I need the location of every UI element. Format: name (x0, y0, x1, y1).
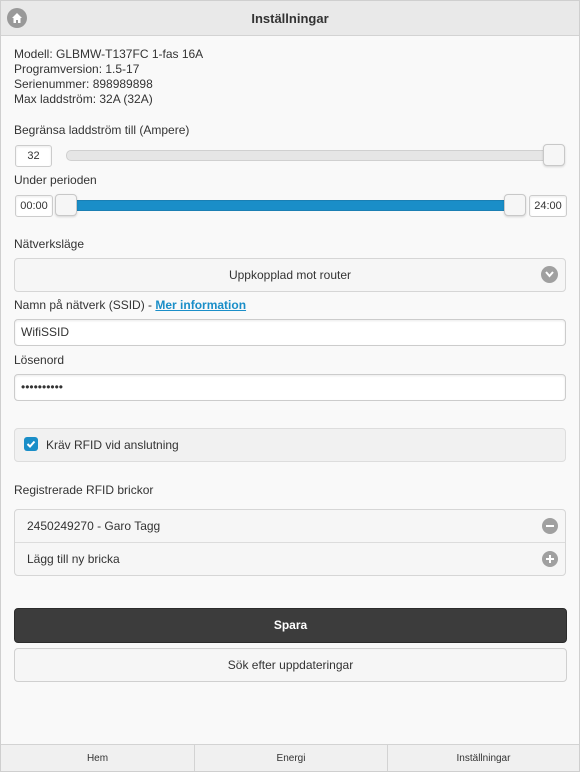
tab-home[interactable]: Hem (1, 745, 195, 771)
password-input[interactable] (21, 375, 551, 398)
ssid-label: Namn på nätverk (SSID) - Mer information (14, 298, 246, 312)
model-text: Modell: GLBMW-T137FC 1-fas 16A (14, 47, 204, 61)
password-label: Lösenord (14, 353, 65, 367)
ssid-label-text: Namn på nätverk (SSID) - (14, 298, 156, 312)
rfid-required-checkbox[interactable] (24, 437, 38, 451)
current-limit-input[interactable]: 32 (15, 145, 52, 167)
rfid-required-label: Kräv RFID vid anslutning (46, 438, 179, 452)
minus-circle-icon[interactable] (542, 518, 558, 534)
network-mode-value: Uppkopplad mot router (228, 268, 352, 282)
period-end-input[interactable]: 24:00 (529, 195, 567, 217)
current-limit-label: Begränsa laddström till (Ampere) (14, 123, 190, 137)
add-rfid-tag-item[interactable]: Lägg till ny bricka (15, 543, 565, 575)
tab-settings[interactable]: Inställningar (388, 745, 579, 771)
app-frame: Inställningar Modell: GLBMW-T137FC 1-fas… (0, 0, 580, 772)
program-version-text: Programversion: 1.5-17 (14, 62, 140, 76)
footer-tabbar: Hem Energi Inställningar (1, 744, 579, 771)
period-label: Under perioden (14, 173, 97, 187)
check-updates-button[interactable]: Sök efter uppdateringar (14, 648, 567, 682)
serial-number-text: Serienummer: 898989898 (14, 77, 153, 91)
rfid-tag-text: 2450249270 - Garo Tagg (27, 519, 161, 533)
max-current-text: Max laddström: 32A (32A) (14, 92, 153, 106)
ssid-field[interactable] (14, 319, 566, 346)
list-item[interactable]: 2450249270 - Garo Tagg (15, 510, 565, 542)
network-mode-select[interactable]: Uppkopplad mot router (14, 258, 566, 292)
period-end-handle[interactable] (504, 194, 526, 216)
period-start-handle[interactable] (55, 194, 77, 216)
password-field[interactable] (14, 374, 566, 401)
plus-circle-icon[interactable] (542, 551, 558, 567)
rfid-tags-label: Registrerade RFID brickor (14, 483, 154, 497)
page-title: Inställningar (251, 11, 329, 26)
chevron-down-icon (541, 266, 558, 283)
current-limit-slider-handle[interactable] (543, 144, 565, 166)
device-info: Modell: GLBMW-T137FC 1-fas 16A Programve… (14, 47, 203, 107)
tab-energy[interactable]: Energi (195, 745, 388, 771)
more-info-link[interactable]: Mer information (155, 298, 246, 312)
ssid-input[interactable] (21, 320, 551, 343)
rfid-required-toggle[interactable]: Kräv RFID vid anslutning (14, 428, 566, 462)
period-range-fill (71, 200, 513, 211)
add-rfid-tag-label: Lägg till ny bricka (27, 552, 120, 566)
header-bar: Inställningar (1, 1, 579, 36)
save-button[interactable]: Spara (14, 608, 567, 643)
period-start-input[interactable]: 00:00 (15, 195, 53, 217)
current-limit-track[interactable] (66, 150, 563, 161)
rfid-tag-list: 2450249270 - Garo Tagg Lägg till ny bric… (14, 509, 566, 576)
network-mode-label: Nätverksläge (14, 237, 85, 251)
